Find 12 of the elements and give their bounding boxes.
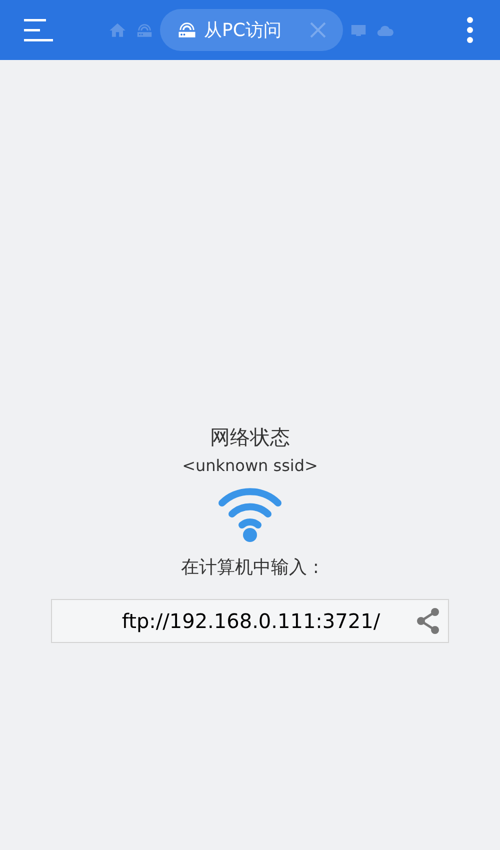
menu-icon[interactable] <box>24 18 54 42</box>
home-icon <box>108 20 127 40</box>
status-title: 网络状态 <box>210 424 290 451</box>
address-field[interactable]: ftp://192.168.0.111:3721/ <box>51 599 449 643</box>
wifi-icon <box>217 486 283 544</box>
more-icon[interactable] <box>466 16 474 44</box>
address-text: ftp://192.168.0.111:3721/ <box>120 608 382 635</box>
close-icon[interactable] <box>309 21 328 39</box>
share-icon[interactable] <box>414 607 442 635</box>
tab-label: 从PC访问 <box>204 18 282 42</box>
ssid-text: <unknown ssid> <box>182 455 318 477</box>
instruction-text: 在计算机中输入 : <box>181 556 319 580</box>
